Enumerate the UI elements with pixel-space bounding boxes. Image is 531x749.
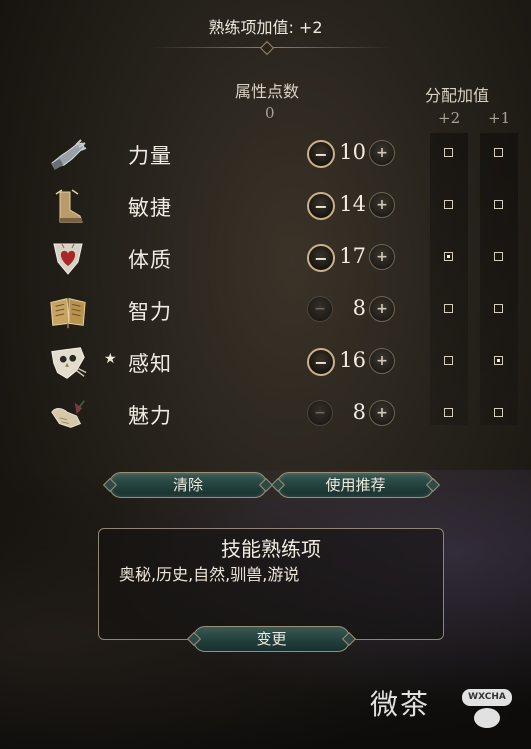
attribute-label: 魅力 (128, 404, 172, 428)
skill-proficiency-list: 奥秘,历史,自然,驯兽,游说 (119, 565, 300, 584)
increase-button[interactable]: + (369, 140, 395, 166)
owl-icon (48, 343, 88, 383)
primary-attribute-star-icon: ★ (104, 351, 117, 367)
alloc-plus1-checkbox[interactable] (494, 200, 503, 209)
alloc-plus2-checkbox[interactable] (444, 356, 453, 365)
attribute-value: 8 (352, 296, 366, 320)
decrease-button[interactable]: − (307, 348, 335, 376)
attribute-row-wisdom: ★ 感知 − 16 + (0, 339, 531, 391)
alloc-plus2-checkbox[interactable] (444, 252, 453, 261)
use-recommended-button[interactable]: 使用推荐 (277, 472, 434, 498)
increase-button[interactable]: + (369, 192, 395, 218)
alloc-plus1-checkbox[interactable] (494, 408, 503, 417)
alloc-plus1-header: +1 (488, 109, 511, 127)
proficiency-header: 熟练项加值: +2 (0, 0, 531, 56)
alloc-plus2-checkbox[interactable] (444, 148, 453, 157)
attribute-row-dexterity: 敏捷 − 14 + (0, 183, 531, 235)
clear-button[interactable]: 清除 (109, 472, 267, 498)
decrease-button[interactable]: − (307, 140, 335, 168)
skill-proficiency-title: 技能熟练项 (221, 537, 321, 561)
decrease-button[interactable]: − (307, 296, 333, 322)
attribute-label: 智力 (128, 300, 172, 324)
attribute-label: 敏捷 (128, 196, 172, 220)
alloc-plus1-checkbox[interactable] (494, 252, 503, 261)
watermark-logo: 微茶 WXCHA (370, 683, 520, 733)
increase-button[interactable]: + (369, 348, 395, 374)
attribute-value: 17 (339, 244, 366, 268)
attribute-label: 力量 (128, 144, 172, 168)
attribute-value: 16 (339, 348, 366, 372)
watermark-badge-label: WXCHA (462, 689, 512, 706)
heart-shield-icon (48, 239, 88, 279)
alloc-plus2-checkbox[interactable] (444, 200, 453, 209)
hand-flower-icon (48, 395, 88, 435)
proficiency-bonus-title: 熟练项加值: +2 (208, 18, 323, 37)
alloc-plus2-checkbox[interactable] (444, 408, 453, 417)
attribute-value: 8 (352, 400, 366, 424)
gauntlet-icon (48, 135, 88, 175)
watermark-badge: WXCHA (462, 689, 512, 728)
attribute-value: 10 (339, 140, 366, 164)
attribute-row-charisma: 魅力 − 8 + (0, 391, 531, 443)
boot-icon (48, 187, 88, 227)
alloc-plus2-header: +2 (438, 109, 461, 127)
attribute-points-label: 属性点数 (235, 82, 300, 101)
decrease-button[interactable]: − (307, 400, 333, 426)
alloc-plus2-checkbox[interactable] (444, 304, 453, 313)
alloc-plus1-checkbox[interactable] (494, 304, 503, 313)
decrease-button[interactable]: − (307, 192, 335, 220)
attribute-row-strength: 力量 − 10 + (0, 131, 531, 183)
watermark-badge-circle (474, 708, 500, 728)
attribute-label: 感知 (128, 352, 172, 376)
attribute-row-intelligence: 智力 − 8 + (0, 287, 531, 339)
increase-button[interactable]: + (369, 400, 395, 426)
decrease-button[interactable]: − (307, 244, 335, 272)
attribute-points-value: 0 (265, 104, 275, 122)
attribute-label: 体质 (128, 248, 172, 272)
increase-button[interactable]: + (369, 296, 395, 322)
change-skills-button[interactable]: 变更 (193, 626, 350, 652)
alloc-plus1-checkbox[interactable] (494, 148, 503, 157)
allocation-bonus-label: 分配加值 (425, 86, 490, 105)
alloc-plus1-checkbox[interactable] (494, 356, 503, 365)
increase-button[interactable]: + (369, 244, 395, 270)
attribute-row-constitution: 体质 − 17 + (0, 235, 531, 287)
skill-proficiency-panel: 技能熟练项 奥秘,历史,自然,驯兽,游说 (98, 528, 444, 640)
attribute-value: 14 (339, 192, 366, 216)
book-icon (48, 291, 88, 331)
title-ornament (259, 40, 275, 56)
watermark-text: 微茶 (370, 688, 431, 721)
